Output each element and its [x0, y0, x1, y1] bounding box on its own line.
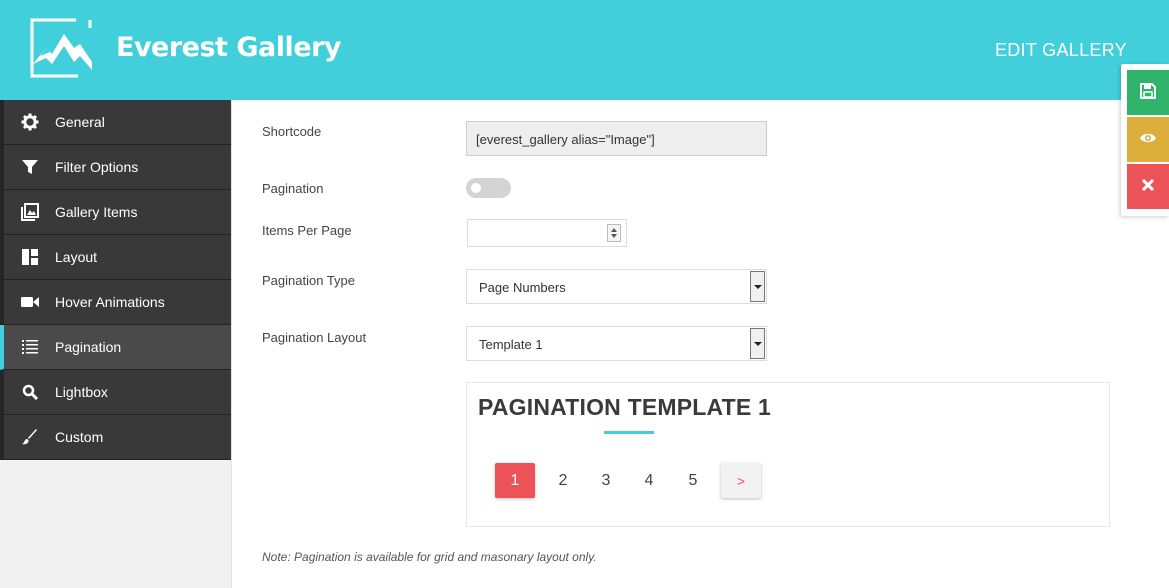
- page-button-2[interactable]: 2: [543, 463, 583, 498]
- gallery-icon: [20, 202, 40, 222]
- sidebar-item-label: Layout: [55, 249, 98, 265]
- header: Everest Gallery EDIT GALLERY: [0, 0, 1169, 100]
- pagination-note: Note: Pagination is available for grid a…: [262, 550, 597, 564]
- list-icon: [20, 337, 40, 357]
- preview-button[interactable]: [1127, 117, 1169, 162]
- sidebar-item-label: Pagination: [55, 339, 122, 355]
- shortcode-label: Shortcode: [262, 124, 322, 139]
- pagination-layout-value: Template 1: [479, 337, 543, 352]
- mountain-logo-icon: [30, 18, 92, 78]
- pagination-type-value: Page Numbers: [479, 280, 566, 295]
- sidebar-item-label: Custom: [55, 429, 104, 445]
- brand-title: Everest Gallery: [116, 32, 341, 63]
- sidebar-item-hover-animations[interactable]: Hover Animations: [0, 280, 231, 325]
- layout-icon: [20, 247, 40, 267]
- close-icon: [1141, 178, 1155, 194]
- sidebar-item-custom[interactable]: Custom: [0, 415, 231, 460]
- sidebar-item-label: Gallery Items: [55, 204, 138, 220]
- quantity-stepper[interactable]: [605, 224, 621, 242]
- action-toolbar: [1121, 64, 1169, 216]
- sidebar-item-lightbox[interactable]: Lightbox: [0, 370, 231, 415]
- pagination-label: Pagination: [262, 181, 324, 196]
- sidebar-item-gallery-items[interactable]: Gallery Items: [0, 190, 231, 235]
- sidebar-item-filter-options[interactable]: Filter Options: [0, 145, 231, 190]
- sidebar-item-label: Hover Animations: [55, 294, 165, 310]
- toggle-knob: [471, 183, 481, 193]
- sidebar-item-label: Filter Options: [55, 159, 139, 175]
- save-button[interactable]: [1127, 70, 1169, 115]
- sidebar: General Filter Options Gallery Items Lay…: [0, 100, 231, 460]
- pagination-layout-select[interactable]: Template 1: [466, 326, 767, 361]
- items-per-page-label: Items Per Page: [262, 223, 352, 238]
- sidebar-item-label: Lightbox: [55, 384, 108, 400]
- brush-icon: [20, 427, 40, 447]
- pagination-toggle[interactable]: [466, 178, 511, 198]
- save-icon: [1140, 83, 1156, 102]
- sidebar-item-pagination[interactable]: Pagination: [0, 325, 231, 370]
- pagination-layout-label: Pagination Layout: [262, 330, 367, 345]
- sidebar-item-layout[interactable]: Layout: [0, 235, 231, 280]
- page-button-1[interactable]: 1: [495, 463, 535, 498]
- video-camera-icon: [20, 292, 40, 312]
- chevron-down-icon: [750, 271, 765, 302]
- close-button[interactable]: [1127, 164, 1169, 209]
- title-underline: [604, 431, 654, 434]
- chevron-down-icon: [750, 328, 765, 359]
- page-button-4[interactable]: 4: [629, 463, 669, 498]
- search-icon: [20, 382, 40, 402]
- sidebar-item-general[interactable]: General: [0, 100, 231, 145]
- page-button-3[interactable]: 3: [586, 463, 626, 498]
- filter-icon: [20, 157, 40, 177]
- gear-icon: [20, 112, 40, 132]
- eye-icon: [1139, 132, 1157, 147]
- page-button-5[interactable]: 5: [673, 463, 713, 498]
- page-title: EDIT GALLERY: [995, 40, 1127, 60]
- items-per-page-input[interactable]: [467, 219, 627, 247]
- preview-title: PAGINATION TEMPLATE 1: [478, 394, 771, 420]
- pagination-type-select[interactable]: Page Numbers: [466, 269, 767, 304]
- pagination-preview: PAGINATION TEMPLATE 1 1 2 3 4 5 >: [466, 382, 1110, 527]
- sidebar-background: [0, 460, 231, 588]
- shortcode-field[interactable]: [everest_gallery alias="Image"]: [466, 121, 767, 156]
- next-page-button[interactable]: >: [721, 463, 761, 498]
- pagination-type-label: Pagination Type: [262, 273, 355, 288]
- sidebar-item-label: General: [55, 114, 105, 130]
